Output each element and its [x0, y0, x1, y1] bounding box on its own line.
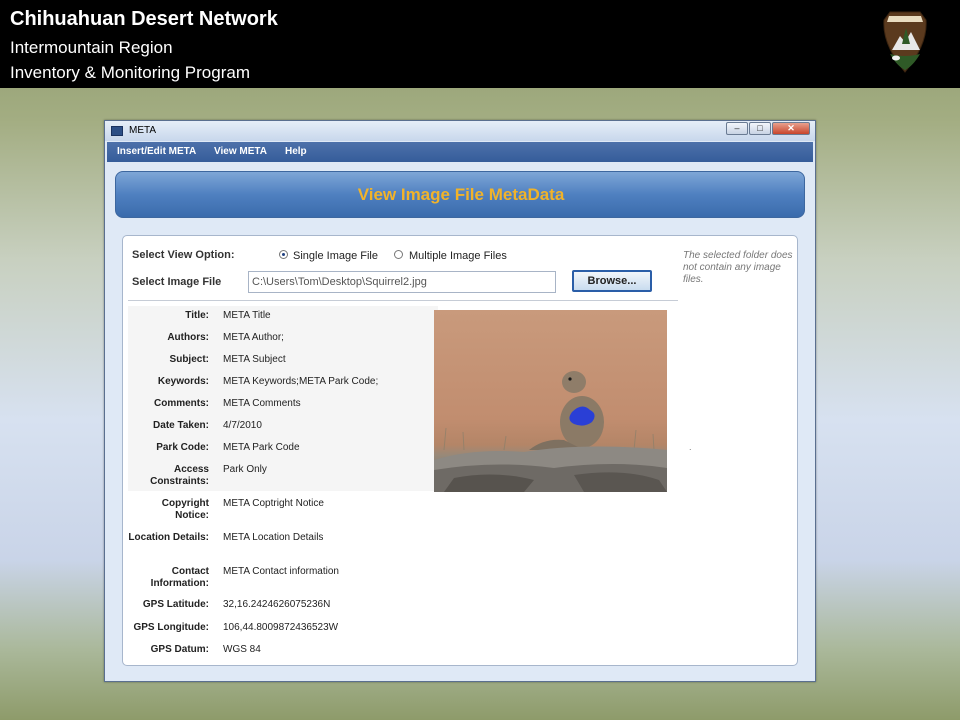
subject-value: META Subject [223, 354, 286, 365]
window-controls: – □ ✕ [725, 122, 810, 136]
subject-label: Subject: [169, 354, 209, 365]
gps-longitude-label: GPS Longitude: [133, 622, 209, 633]
image-path-input[interactable] [248, 271, 556, 293]
header-subtitle: Intermountain Region [10, 38, 173, 57]
multiple-images-label[interactable]: Multiple Image Files [409, 250, 507, 262]
slide-header: Chihuahuan Desert Network Intermountain … [0, 0, 960, 88]
authors-label: Authors: [167, 332, 209, 343]
access-constraints-value: Park Only [223, 464, 267, 475]
maximize-button[interactable]: □ [749, 122, 771, 135]
status-dot: . [689, 442, 692, 452]
copyright-notice-label: Copyright Notice: [161, 498, 209, 521]
single-image-label[interactable]: Single Image File [293, 250, 378, 262]
nps-arrowhead-logo [883, 11, 927, 73]
divider [128, 300, 678, 301]
view-option-label: Select View Option: [132, 249, 235, 261]
menu-view-meta[interactable]: View META [214, 146, 267, 157]
window-title: META [129, 125, 157, 136]
authors-value: META Author; [223, 332, 284, 343]
metadata-panel: Select View Option: Single Image File Mu… [122, 235, 798, 666]
comments-label: Comments: [153, 398, 209, 409]
contact-information-label: Contact Information: [150, 566, 209, 589]
gps-datum-label: GPS Datum: [150, 644, 209, 655]
park-code-label: Park Code: [156, 442, 209, 453]
image-file-label: Select Image File [132, 276, 222, 288]
keywords-label: Keywords: [157, 376, 209, 387]
title-value: META Title [223, 310, 271, 321]
close-button[interactable]: ✕ [772, 122, 810, 135]
browse-button[interactable]: Browse... [572, 270, 652, 292]
single-image-radio[interactable] [279, 250, 288, 259]
header-title: Chihuahuan Desert Network [10, 8, 278, 30]
comments-value: META Comments [223, 398, 301, 409]
page-banner: View Image File MetaData [115, 171, 805, 218]
app-icon [111, 126, 123, 136]
location-details-value: META Location Details [223, 532, 324, 543]
park-code-value: META Park Code [223, 442, 300, 453]
copyright-notice-value: META Coptright Notice [223, 498, 324, 509]
contact-information-value: META Contact information [223, 566, 339, 577]
window-titlebar[interactable]: META – □ ✕ [105, 121, 815, 141]
menu-help[interactable]: Help [285, 146, 307, 157]
menu-insert-edit-meta[interactable]: Insert/Edit META [117, 146, 196, 157]
minimize-button[interactable]: – [726, 122, 748, 135]
access-constraints-label: Access Constraints: [150, 464, 209, 487]
menubar: Insert/Edit META View META Help [107, 142, 813, 162]
date-taken-value: 4/7/2010 [223, 420, 262, 431]
location-details-label: Location Details: [128, 532, 209, 543]
meta-window: META – □ ✕ Insert/Edit META View META He… [104, 120, 816, 682]
title-label: Title: [185, 310, 209, 321]
gps-datum-value: WGS 84 [223, 644, 261, 655]
gps-latitude-label: GPS Latitude: [142, 599, 209, 610]
date-taken-label: Date Taken: [153, 420, 209, 431]
folder-note: The selected folder does not contain any… [683, 250, 793, 285]
gps-longitude-value: 106,44.8009872436523W [223, 622, 339, 633]
gps-latitude-value: 32,16.2424626075236N [223, 599, 331, 610]
keywords-value: META Keywords;META Park Code; [223, 376, 379, 387]
image-preview [434, 310, 667, 492]
header-program: Inventory & Monitoring Program [10, 63, 250, 82]
multiple-images-radio[interactable] [394, 250, 403, 259]
squirrel-photo [434, 371, 667, 492]
page-title: View Image File MetaData [357, 185, 565, 204]
